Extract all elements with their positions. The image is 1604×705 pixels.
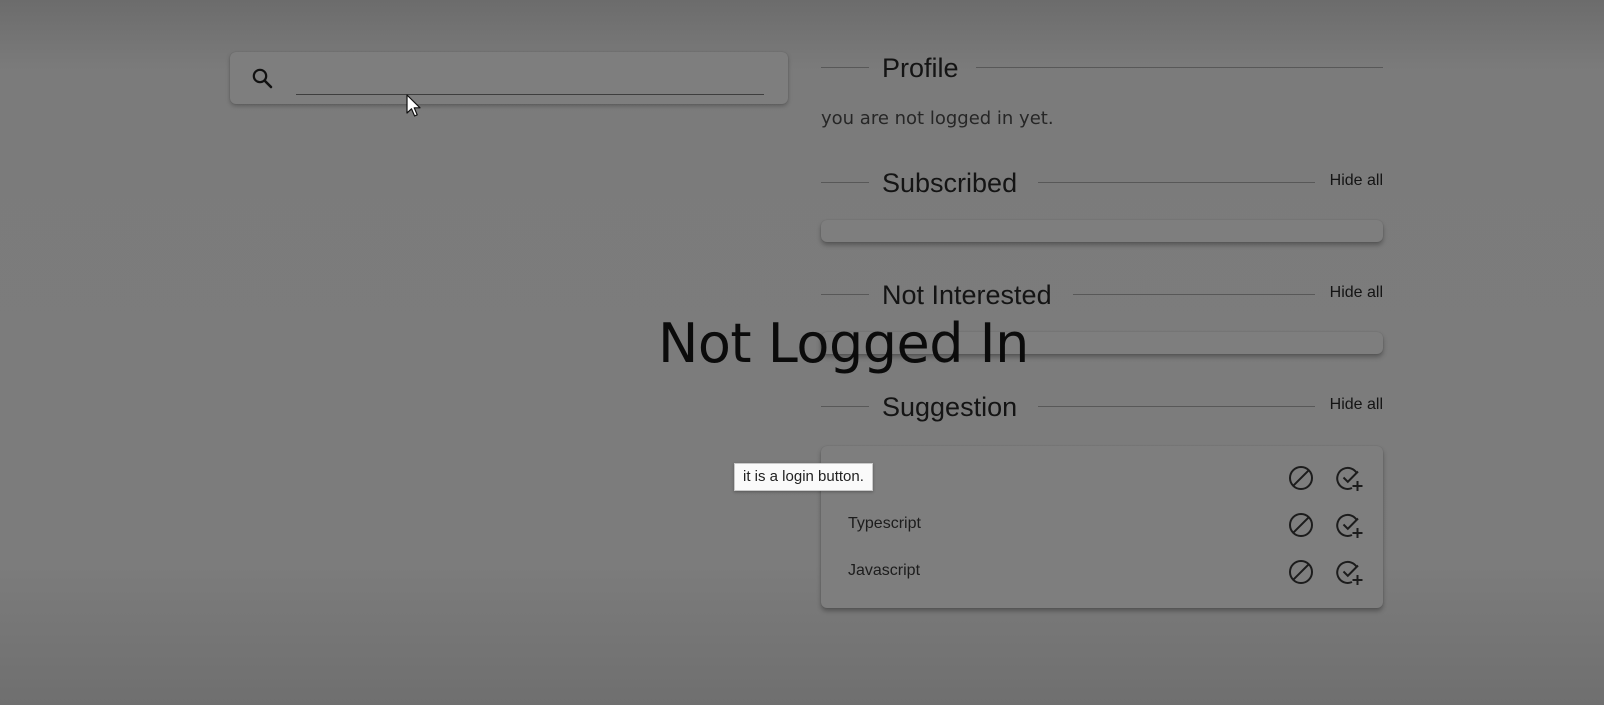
login-tooltip: it is a login button. — [734, 463, 873, 491]
not-interested-hide-all-button[interactable]: Hide all — [1330, 284, 1383, 302]
divider — [821, 182, 869, 183]
block-icon[interactable] — [1287, 464, 1315, 492]
divider — [821, 294, 869, 295]
divider — [821, 406, 869, 407]
suggestion-title: Suggestion — [882, 392, 1018, 422]
suggestion-list: ct Typescript Javascript — [821, 446, 1383, 608]
check-circle-plus-icon[interactable] — [1335, 558, 1363, 586]
block-icon[interactable] — [1287, 511, 1315, 539]
subscribed-title: Subscribed — [882, 168, 1018, 198]
suggestion-label: Javascript — [848, 562, 921, 579]
check-circle-plus-icon[interactable] — [1335, 464, 1363, 492]
not-interested-title: Not Interested — [882, 280, 1052, 310]
suggestion-header: Suggestion Hide all — [821, 388, 1383, 424]
list-item: Javascript — [821, 552, 1383, 592]
block-icon[interactable] — [1287, 558, 1315, 586]
mouse-pointer-icon — [406, 94, 421, 117]
divider — [976, 67, 1383, 68]
suggestion-hide-all-button[interactable]: Hide all — [1330, 396, 1383, 414]
not-logged-in-overlay: Not Logged In — [658, 312, 1029, 375]
subscribed-list — [821, 220, 1383, 242]
divider — [1073, 294, 1315, 295]
check-circle-plus-icon[interactable] — [1335, 511, 1363, 539]
divider — [821, 67, 869, 68]
list-item: ct — [821, 458, 1383, 498]
search-icon[interactable] — [250, 66, 274, 90]
not-interested-header: Not Interested Hide all — [821, 276, 1383, 312]
divider — [1038, 406, 1315, 407]
profile-title: Profile — [882, 53, 959, 83]
suggestion-label: Typescript — [848, 515, 921, 532]
divider — [1038, 182, 1315, 183]
subscribed-header: Subscribed Hide all — [821, 164, 1383, 200]
profile-header: Profile — [821, 49, 1383, 85]
profile-message: you are not logged in yet. — [821, 108, 1054, 129]
list-item: Typescript — [821, 505, 1383, 545]
search-card — [230, 52, 788, 104]
subscribed-hide-all-button[interactable]: Hide all — [1330, 172, 1383, 190]
search-input[interactable] — [296, 62, 764, 95]
